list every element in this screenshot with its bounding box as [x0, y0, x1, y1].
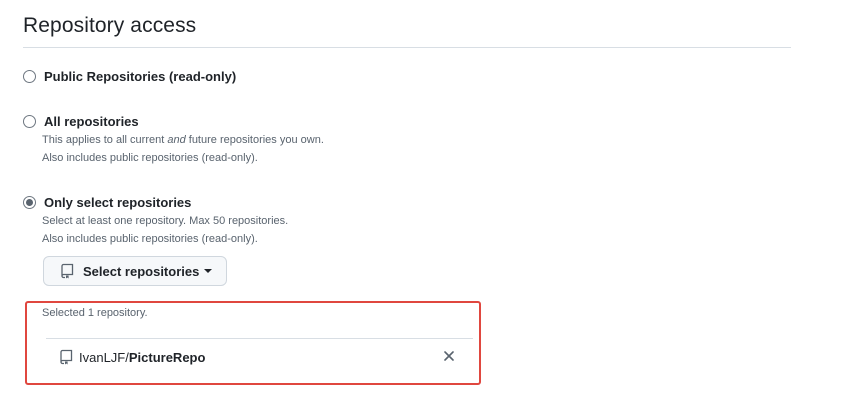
caret-down-icon	[204, 269, 213, 273]
radio-public-repositories[interactable]	[23, 70, 36, 83]
option-only-select-description-2: Also includes public repositories (read-…	[42, 233, 258, 245]
section-divider	[23, 47, 791, 48]
section-title: Repository access	[23, 14, 197, 37]
repo-icon	[60, 349, 74, 365]
select-repositories-button[interactable]: Select repositories	[43, 256, 227, 286]
repo-owner: IvanLJF/	[79, 349, 129, 365]
remove-repo-button[interactable]	[441, 349, 457, 365]
option-all-description-2: Also includes public repositories (read-…	[42, 152, 258, 164]
selected-list-divider	[46, 338, 473, 339]
desc-text-prefix: This applies to all current	[42, 134, 168, 146]
radio-all-repositories[interactable]	[23, 115, 36, 128]
repo-name: PictureRepo	[128, 349, 206, 365]
option-only-select-description: Select at least one repository. Max 50 r…	[42, 215, 289, 227]
option-label-all[interactable]: All repositories	[44, 114, 139, 129]
selected-count-text: Selected 1 repository.	[42, 307, 148, 319]
select-repositories-label[interactable]: Select repositories	[83, 264, 199, 279]
option-label-only-select[interactable]: Only select repositories	[44, 195, 191, 210]
radio-only-select-repositories[interactable]	[23, 196, 36, 209]
option-label-public[interactable]: Public Repositories (read-only)	[44, 69, 236, 84]
desc-text-emphasis: and	[167, 134, 186, 146]
desc-text-suffix: future repositories you own.	[185, 134, 324, 146]
option-all-description: This applies to all current and future r…	[42, 134, 324, 146]
repo-icon	[61, 263, 75, 279]
selected-repo-row: IvanLJF/PictureRepo	[60, 349, 205, 365]
close-icon[interactable]	[444, 348, 454, 366]
